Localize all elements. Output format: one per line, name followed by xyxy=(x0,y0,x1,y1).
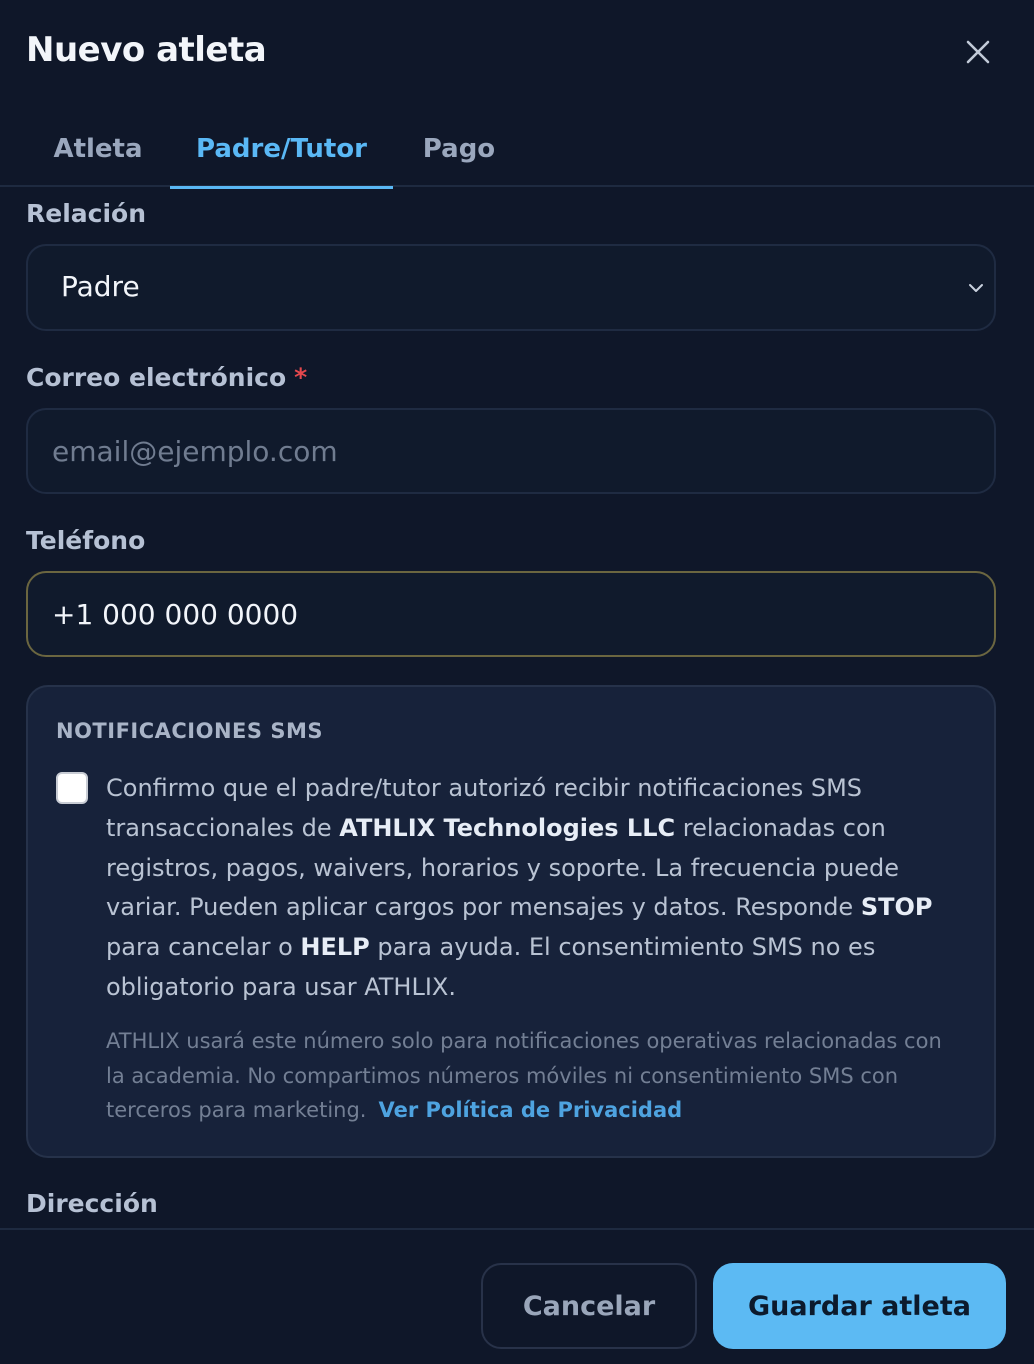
address-label: Dirección xyxy=(26,1189,158,1218)
save-athlete-button[interactable]: Guardar atleta xyxy=(713,1263,1006,1349)
modal-header: Nuevo atleta xyxy=(0,0,1034,100)
tab-bar: Atleta Padre/Tutor Pago xyxy=(0,110,1034,189)
sms-consent-checkbox[interactable] xyxy=(56,772,88,804)
sms-consent-text: Confirmo que el padre/tutor autorizó rec… xyxy=(106,769,966,1008)
phone-label: Teléfono xyxy=(26,526,146,555)
stop-keyword: STOP xyxy=(860,893,933,922)
company-name: ATHLIX Technologies LLC xyxy=(339,813,676,842)
email-field[interactable] xyxy=(26,408,996,494)
sms-fine-print: ATHLIX usará este número solo para notif… xyxy=(106,1024,966,1128)
relation-selected-value: Padre xyxy=(61,270,140,303)
modal-title: Nuevo atleta xyxy=(26,30,267,70)
modal-footer: Cancelar Guardar atleta xyxy=(0,1228,1034,1364)
close-button[interactable] xyxy=(958,32,998,72)
sms-notifications-card: NOTIFICACIONES SMS Confirmo que el padre… xyxy=(26,685,996,1158)
consent-text-part: para cancelar o xyxy=(106,933,301,962)
email-label-row: Correo electrónico * xyxy=(26,363,307,392)
close-icon xyxy=(966,40,990,64)
required-mark: * xyxy=(294,363,308,392)
relation-label: Relación xyxy=(26,199,147,228)
relation-select[interactable]: Padre xyxy=(26,244,996,331)
help-keyword: HELP xyxy=(300,933,370,962)
email-label: Correo electrónico xyxy=(26,363,287,392)
tab-atleta[interactable]: Atleta xyxy=(30,110,166,187)
chevron-down-icon xyxy=(969,284,983,292)
tab-pago[interactable]: Pago xyxy=(400,110,518,187)
tab-padre-tutor[interactable]: Padre/Tutor xyxy=(170,110,393,189)
sms-section-title: NOTIFICACIONES SMS xyxy=(56,719,323,743)
new-athlete-modal: Nuevo atleta Atleta Padre/Tutor Pago Rel… xyxy=(0,0,1034,1364)
phone-field[interactable] xyxy=(26,571,996,657)
privacy-policy-link[interactable]: Ver Política de Privacidad xyxy=(378,1098,682,1122)
cancel-button[interactable]: Cancelar xyxy=(481,1263,697,1349)
